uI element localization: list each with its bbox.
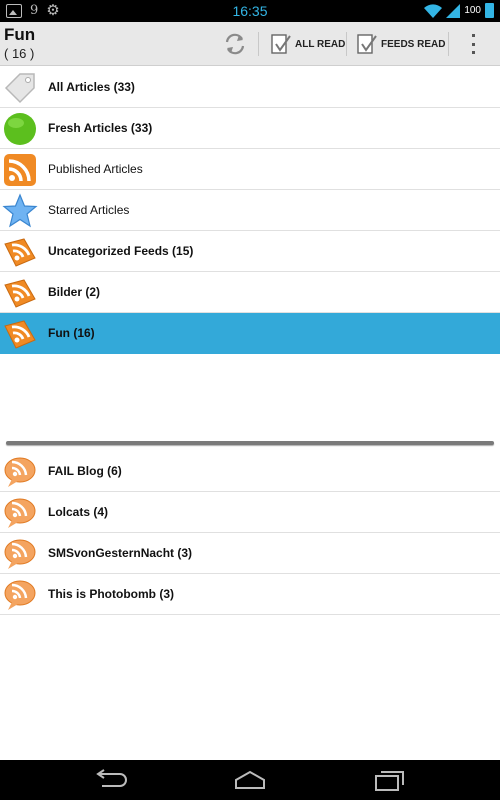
list-item-label: This is Photobomb (3) xyxy=(48,587,174,601)
feed-list: FAIL Blog (6) Lolcats (4) SMSvonGesternN… xyxy=(0,451,500,615)
list-item-uncategorized-feeds[interactable]: Uncategorized Feeds (15) xyxy=(0,231,500,272)
list-item-label: Fun (16) xyxy=(48,326,95,340)
feed-bubble-icon xyxy=(4,498,36,528)
green-circle-icon xyxy=(4,113,36,145)
back-icon[interactable] xyxy=(90,768,130,792)
rss-folder-icon xyxy=(4,320,36,349)
list-item-label: Published Articles xyxy=(48,162,143,176)
overflow-menu-icon[interactable] xyxy=(468,34,478,54)
list-item-label: Uncategorized Feeds (15) xyxy=(48,244,194,258)
category-list: All Articles (33) Fresh Articles (33) Pu… xyxy=(0,67,500,354)
feed-bubble-icon xyxy=(4,457,36,487)
list-item-label: Fresh Articles (33) xyxy=(48,121,153,135)
feed-bubble-icon xyxy=(4,539,36,569)
list-item-label: Lolcats (4) xyxy=(48,505,109,519)
rss-icon xyxy=(4,154,36,186)
mark-read-icon xyxy=(357,34,377,54)
all-read-button[interactable]: ALL READ xyxy=(270,26,345,62)
list-item-fail-blog[interactable]: FAIL Blog (6) xyxy=(0,451,500,492)
feeds-read-label: FEEDS READ xyxy=(381,38,446,50)
list-item-label: Starred Articles xyxy=(48,203,130,217)
list-item-smsvongesternnacht[interactable]: SMSvonGesternNacht (3) xyxy=(0,533,500,574)
feeds-read-button[interactable]: FEEDS READ xyxy=(356,26,445,62)
recent-apps-icon[interactable] xyxy=(370,768,410,792)
rss-folder-icon xyxy=(4,279,36,308)
signal-icon xyxy=(446,3,461,18)
list-item-this-is-photobomb[interactable]: This is Photobomb (3) xyxy=(0,574,500,615)
action-separator xyxy=(448,32,449,56)
home-icon[interactable] xyxy=(230,768,270,792)
refresh-button[interactable] xyxy=(222,26,248,62)
list-item-label: SMSvonGesternNacht (3) xyxy=(48,546,193,560)
list-item-lolcats[interactable]: Lolcats (4) xyxy=(0,492,500,533)
page-subtitle: ( 16 ) xyxy=(4,46,35,61)
battery-icon xyxy=(485,3,494,18)
mark-read-icon xyxy=(271,34,291,54)
list-item-label: FAIL Blog (6) xyxy=(48,464,122,478)
all-read-label: ALL READ xyxy=(295,38,346,50)
status-right: 100 xyxy=(424,3,494,18)
list-item-label: All Articles (33) xyxy=(48,80,135,94)
list-item-fresh-articles[interactable]: Fresh Articles (33) xyxy=(0,108,500,149)
list-item-published-articles[interactable]: Published Articles xyxy=(0,149,500,190)
list-item-bilder[interactable]: Bilder (2) xyxy=(0,272,500,313)
tag-icon xyxy=(4,73,35,104)
pane-divider-handle[interactable] xyxy=(6,441,494,445)
refresh-icon xyxy=(225,33,245,55)
star-icon xyxy=(2,193,38,228)
action-bar: Fun ( 16 ) ALL READ FEEDS READ xyxy=(0,22,500,66)
list-item-label: Bilder (2) xyxy=(48,285,101,299)
feed-bubble-icon xyxy=(4,580,36,610)
list-item-all-articles[interactable]: All Articles (33) xyxy=(0,67,500,108)
list-item-fun[interactable]: Fun (16) xyxy=(0,313,500,354)
page-title: Fun xyxy=(4,25,36,44)
wifi-icon xyxy=(424,3,443,18)
battery-level: 100 xyxy=(464,5,481,16)
action-separator xyxy=(258,32,259,56)
list-item-starred-articles[interactable]: Starred Articles xyxy=(0,190,500,231)
rss-folder-icon xyxy=(4,238,36,267)
status-bar: 9 ⚙ 16:35 100 xyxy=(0,0,500,22)
navigation-bar xyxy=(0,760,500,800)
action-separator xyxy=(346,32,347,56)
